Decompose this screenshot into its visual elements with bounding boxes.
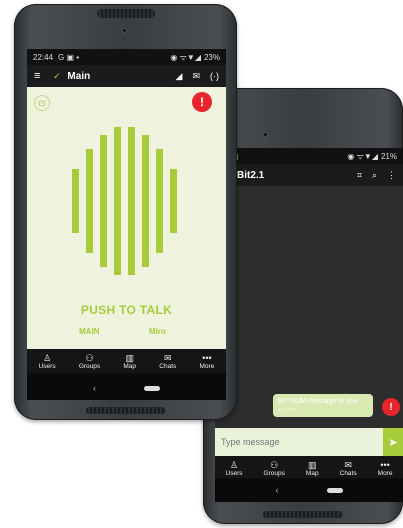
nav-label: Groups	[78, 362, 101, 370]
ptt-app-bar: ≡ ✓ Main ◢ ✉ (·)	[27, 65, 226, 87]
nav-label: More	[199, 362, 215, 370]
signal-icon: ◢	[175, 70, 183, 81]
message-time: just now	[278, 407, 297, 413]
chat-history: BITTIUM message to you just now !	[215, 186, 403, 436]
chat-screen: ▣ ▣ ◉ ᯤ▼◢ 21% ✓ Bit2.1 ⌗ ⌕ ⋮ BITTIUM mes…	[215, 148, 403, 502]
chat-icon: ✉	[344, 459, 352, 470]
more-vert-icon[interactable]: ⋮	[387, 170, 396, 180]
scan-icon[interactable]: ⌗	[357, 170, 362, 180]
nav-map[interactable]: ▥ Map	[123, 353, 136, 370]
ptt-bar	[142, 135, 149, 267]
nav-label: More	[377, 469, 393, 477]
chat-title: Bit2.1	[237, 169, 265, 181]
groups-icon: ⚇	[270, 459, 279, 470]
attach-icon[interactable]: ⌕	[372, 170, 377, 180]
nav-more[interactable]: ••• More	[200, 353, 215, 370]
chat-icon: ✉	[164, 352, 172, 363]
nav-label: Users	[38, 362, 56, 370]
front-phone: 22:44 G ▣ ▪ ◉ ᯤ▼◢ 23% ≡ ✓ Main ◢ ✉ (·) ⊡…	[14, 4, 237, 420]
radio-icon[interactable]: (·)	[210, 71, 219, 81]
nav-label: Chats	[159, 362, 177, 370]
status-bar: 22:44 G ▣ ▪ ◉ ᯤ▼◢ 23%	[27, 49, 226, 65]
mail-icon[interactable]: ✉	[192, 71, 200, 81]
system-navigation: ‹	[215, 478, 403, 502]
message-text: BITTIUM message to you	[278, 398, 358, 405]
nav-groups[interactable]: ⚇ Groups	[79, 353, 100, 370]
status-bar: ▣ ▣ ◉ ᯤ▼◢ 21%	[215, 148, 403, 164]
nav-chats[interactable]: ✉ Chats	[340, 460, 357, 477]
nav-chats[interactable]: ✉ Chats	[159, 353, 176, 370]
bottom-speaker	[263, 511, 343, 518]
ptt-screen: 22:44 G ▣ ▪ ◉ ᯤ▼◢ 23% ≡ ✓ Main ◢ ✉ (·) ⊡…	[27, 49, 226, 400]
message-input[interactable]	[215, 428, 383, 456]
push-to-talk-area[interactable]: ⊡ ! PUSH TO TALK MAIN Miro	[27, 87, 226, 349]
nav-users[interactable]: ♙ Users	[39, 353, 56, 370]
more-icon: •••	[202, 352, 212, 363]
nav-map[interactable]: ▥ Map	[306, 460, 319, 477]
ptt-bar	[100, 135, 107, 267]
home-pill-icon[interactable]	[326, 487, 343, 493]
ptt-bar	[86, 149, 93, 253]
channel-title: Main	[67, 70, 91, 82]
channel-name: MAIN	[79, 327, 100, 336]
status-left-icons: G ▣ ▪	[58, 52, 80, 62]
talker-name: Miro	[149, 327, 166, 336]
back-nav-icon[interactable]: ‹	[276, 485, 279, 495]
ptt-bar	[114, 127, 121, 275]
alert-icon[interactable]: !	[382, 398, 400, 416]
nav-label: Map	[123, 362, 137, 370]
menu-icon[interactable]: ≡	[34, 70, 40, 82]
message-composer: ➤	[215, 428, 403, 456]
map-icon: ▥	[307, 459, 317, 470]
groups-icon: ⚇	[85, 352, 94, 363]
chat-app-bar: ✓ Bit2.1 ⌗ ⌕ ⋮	[215, 164, 403, 186]
system-navigation: ‹	[27, 376, 226, 400]
bottom-navigation: ♙ Users ⚇ Groups ▥ Map ✉ Chats ••• More	[27, 349, 226, 373]
map-icon: ▥	[125, 352, 134, 363]
bottom-navigation: ♙ Users ⚇ Groups ▥ Map ✉ Chats ••• More	[215, 456, 403, 480]
ptt-bars-icon[interactable]	[27, 127, 226, 277]
front-camera	[263, 132, 268, 137]
nav-groups[interactable]: ⚇ Groups	[264, 460, 285, 477]
users-icon: ♙	[43, 352, 52, 363]
alert-icon[interactable]: !	[192, 92, 212, 112]
ptt-bar	[170, 169, 177, 233]
back-nav-icon[interactable]: ‹	[93, 383, 96, 393]
battery-level: 21%	[380, 151, 397, 161]
status-time: 22:44	[33, 52, 54, 62]
ptt-bar	[156, 149, 163, 253]
message-bubble[interactable]: BITTIUM message to you just now	[273, 394, 373, 417]
nav-label: Chats	[339, 469, 357, 477]
nav-label: Groups	[263, 469, 285, 477]
push-to-talk-label: PUSH TO TALK	[80, 303, 173, 317]
nav-label: Users	[225, 469, 243, 477]
nav-more[interactable]: ••• More	[378, 460, 393, 477]
nav-users[interactable]: ♙ Users	[226, 460, 243, 477]
home-pill-icon[interactable]	[144, 385, 160, 391]
nav-label: Map	[305, 469, 319, 477]
ptt-bar	[128, 127, 135, 275]
status-right-icons: ◉ ᯤ▼◢	[347, 151, 378, 161]
unlock-icon[interactable]: ⊡	[34, 95, 50, 111]
top-speaker	[96, 9, 155, 18]
bottom-speaker	[85, 407, 166, 414]
shield-check-icon: ✓	[53, 70, 61, 81]
send-button[interactable]: ➤	[383, 428, 403, 456]
ptt-bar	[72, 169, 79, 233]
front-camera	[122, 28, 127, 33]
battery-level: 23%	[203, 52, 220, 62]
users-icon: ♙	[229, 459, 239, 470]
status-right-icons: ◉ ᯤ▼◢	[170, 52, 201, 62]
more-icon: •••	[380, 459, 390, 470]
